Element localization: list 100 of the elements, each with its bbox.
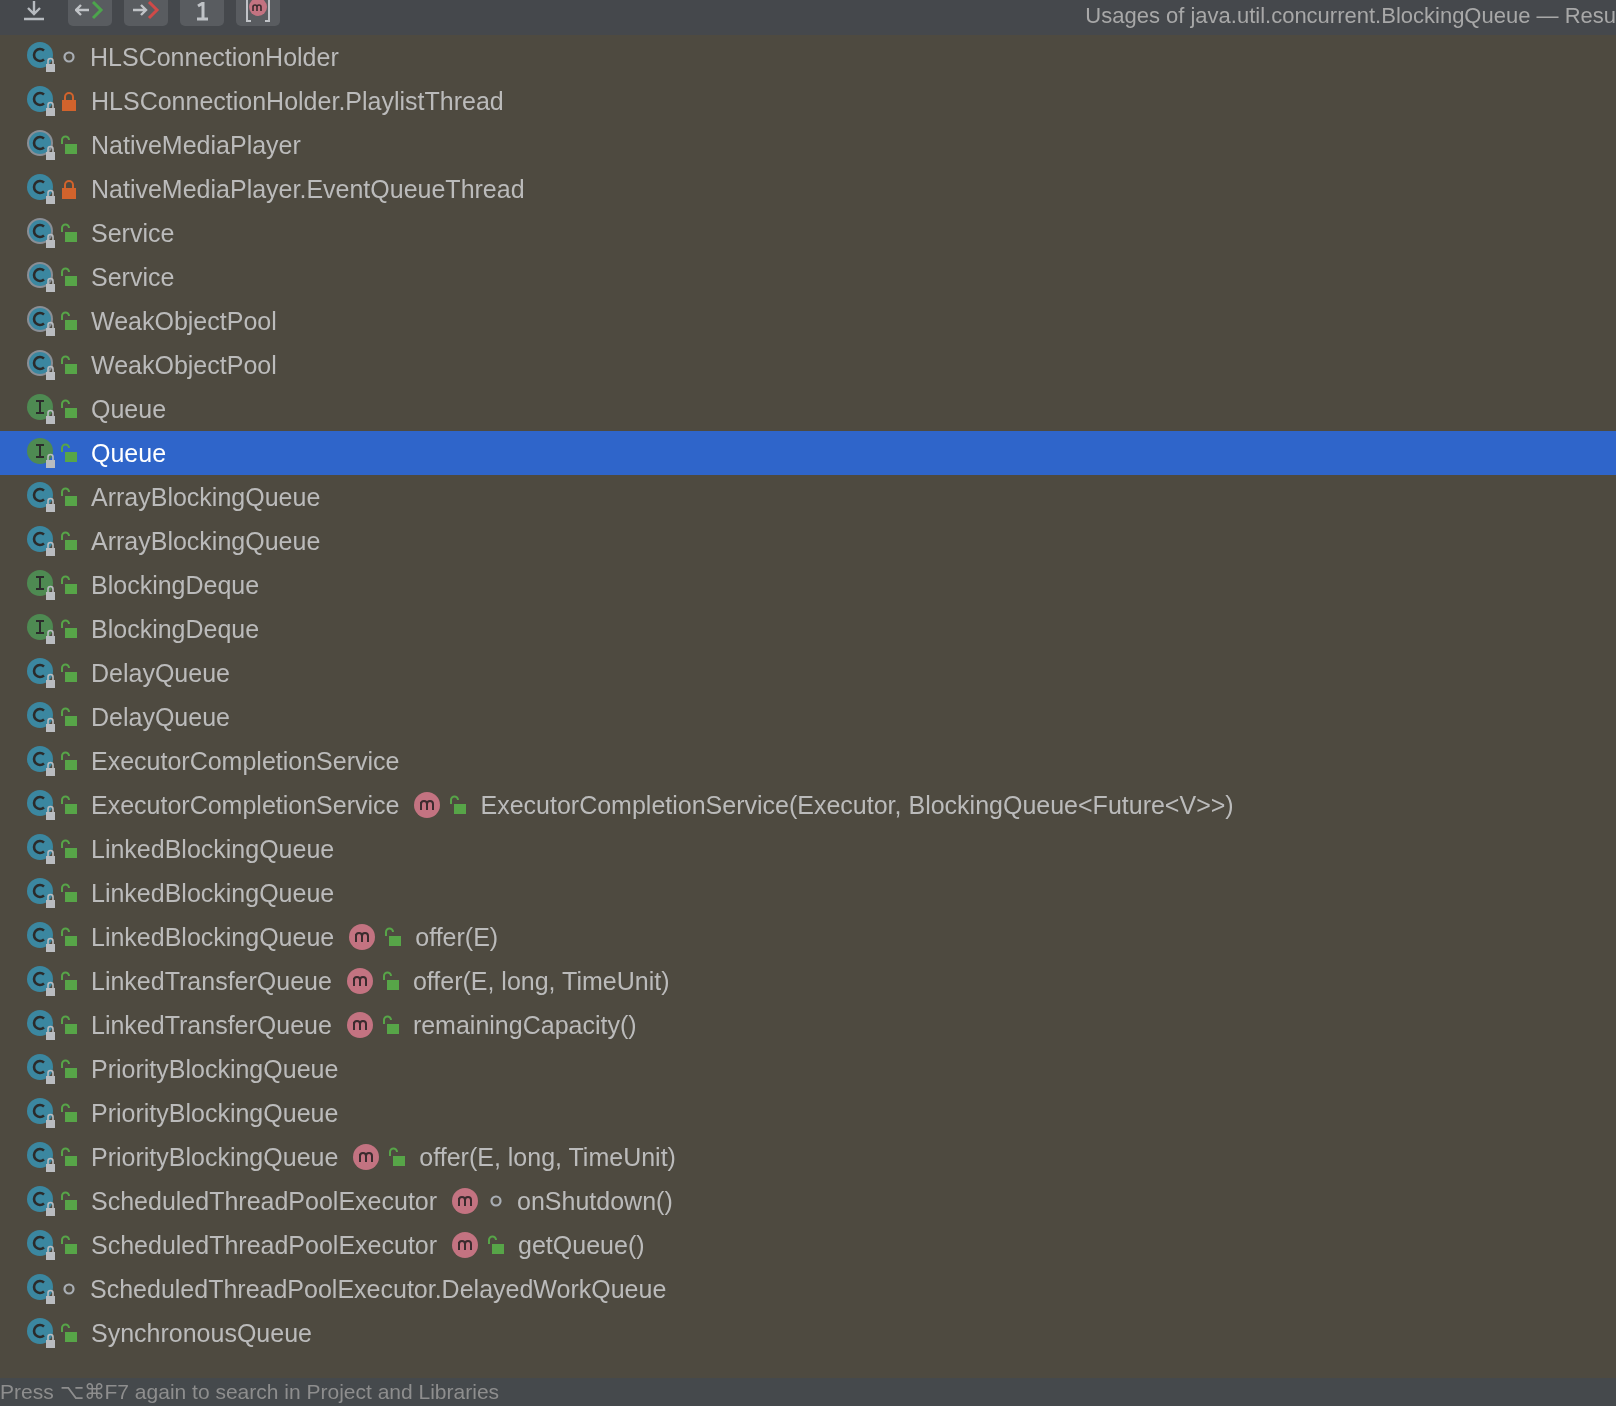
class-name: Service [91, 218, 175, 248]
circle-icon [62, 50, 76, 64]
class-name: ScheduledThreadPoolExecutor [91, 1230, 438, 1260]
result-row[interactable]: Queue [0, 431, 1616, 475]
class-name: HLSConnectionHolder [90, 42, 339, 72]
unlocked-lock-icon [60, 839, 78, 859]
class-name: ScheduledThreadPoolExecutor.DelayedWorkQueue [90, 1274, 667, 1304]
unlocked-lock-icon [60, 1103, 78, 1123]
method-name: offer(E, long, TimeUnit) [419, 1142, 676, 1172]
unlocked-lock-icon [60, 1323, 78, 1343]
method-icon [413, 791, 442, 819]
result-row[interactable]: PriorityBlockingQueue [0, 1047, 1616, 1091]
lock-icon [61, 179, 77, 199]
class-name: ArrayBlockingQueue [91, 482, 321, 512]
result-row[interactable]: HLSConnectionHolder [0, 35, 1616, 79]
class-name: NativeMediaPlayer.EventQueueThread [91, 174, 525, 204]
result-row[interactable]: Service [0, 255, 1616, 299]
line-icon [194, 2, 210, 22]
unlocked-lock-icon [60, 575, 78, 595]
result-row[interactable]: ArrayBlockingQueue [0, 475, 1616, 519]
result-row[interactable]: BlockingDeque [0, 607, 1616, 651]
unlocked-lock-icon [60, 135, 78, 155]
unlocked-lock-icon [449, 795, 468, 815]
toolbar-button[interactable] [124, 0, 168, 26]
result-row[interactable]: WeakObjectPool [0, 299, 1616, 343]
result-row[interactable]: ScheduledThreadPoolExecutor.DelayedWorkQueue [0, 1267, 1616, 1311]
unlocked-lock-icon [60, 1015, 78, 1035]
unlocked-lock-icon [60, 883, 78, 903]
class-name: SynchronousQueue [91, 1318, 312, 1348]
class-name: LinkedTransferQueue [91, 966, 332, 996]
toolbar-button[interactable] [236, 0, 280, 26]
class-name: PriorityBlockingQueue [91, 1142, 339, 1172]
class-name: ExecutorCompletionService [91, 790, 400, 820]
result-row[interactable]: SynchronousQueue [0, 1311, 1616, 1355]
method-name: onShutdown() [517, 1186, 673, 1216]
class-name: BlockingDeque [91, 570, 260, 600]
unlocked-lock-icon [487, 1235, 506, 1255]
result-row[interactable]: LinkedTransferQueue offer(E, long, TimeUnit) [0, 959, 1616, 1003]
class-name: Queue [91, 438, 167, 468]
unlocked-lock-icon [60, 751, 78, 771]
unlocked-lock-icon [60, 619, 78, 639]
class-name: PriorityBlockingQueue [91, 1098, 339, 1128]
result-row[interactable]: NativeMediaPlayer [0, 123, 1616, 167]
class-name: LinkedTransferQueue [91, 1010, 332, 1040]
class-name: DelayQueue [91, 702, 230, 732]
result-row[interactable]: LinkedBlockingQueue [0, 871, 1616, 915]
unlocked-lock-icon [60, 487, 78, 507]
class-name: NativeMediaPlayer [91, 130, 301, 160]
result-row[interactable]: NativeMediaPlayer.EventQueueThread [0, 167, 1616, 211]
result-row[interactable]: ScheduledThreadPoolExecutor getQueue() [0, 1223, 1616, 1267]
method-icon [348, 923, 377, 951]
class-name: LinkedBlockingQueue [91, 834, 335, 864]
unlocked-lock-icon [60, 267, 78, 287]
result-row[interactable]: Queue [0, 387, 1616, 431]
unlocked-lock-icon [381, 1015, 400, 1035]
result-row[interactable]: ExecutorCompletionService [0, 739, 1616, 783]
method-name: getQueue() [518, 1230, 645, 1260]
result-row[interactable]: DelayQueue [0, 695, 1616, 739]
class-name: Queue [91, 394, 167, 424]
method-name: offer(E) [415, 922, 499, 952]
method-name: offer(E, long, TimeUnit) [412, 966, 670, 996]
method-name: ExecutorCompletionService(Executor, BlockingQueue<Future<V>>) [480, 790, 1234, 820]
result-row[interactable]: HLSConnectionHolder.PlaylistThread [0, 79, 1616, 123]
result-row[interactable]: ExecutorCompletionService ExecutorCompletionService(Executor, BlockingQueue<Future<V>>) [0, 783, 1616, 827]
unlocked-lock-icon [384, 927, 403, 947]
toolbar-button[interactable] [68, 0, 112, 26]
class-name: ArrayBlockingQueue [91, 526, 321, 556]
unlocked-lock-icon [60, 531, 78, 551]
class-name: LinkedBlockingQueue [91, 922, 335, 952]
class-name: HLSConnectionHolder.PlaylistThread [91, 86, 504, 116]
result-row[interactable]: LinkedTransferQueue remainingCapacity() [0, 1003, 1616, 1047]
status-text: Press ⌥⌘F7 again to search in Project and Libraries [0, 1380, 500, 1404]
unlocked-lock-icon [381, 971, 400, 991]
result-row[interactable]: BlockingDeque [0, 563, 1616, 607]
result-row[interactable]: Service [0, 211, 1616, 255]
class-name: WeakObjectPool [91, 350, 277, 380]
toolbar-button[interactable] [180, 0, 224, 26]
method-icon [352, 1143, 381, 1171]
result-row[interactable]: ScheduledThreadPoolExecutor onShutdown() [0, 1179, 1616, 1223]
class-name: ExecutorCompletionService [91, 746, 400, 776]
unlocked-lock-icon [60, 223, 78, 243]
result-row[interactable]: LinkedBlockingQueue [0, 827, 1616, 871]
class-name: DelayQueue [91, 658, 230, 688]
result-row[interactable]: ArrayBlockingQueue [0, 519, 1616, 563]
lock-icon [61, 91, 77, 111]
result-row[interactable]: PriorityBlockingQueue offer(E, long, TimeUnit) [0, 1135, 1616, 1179]
result-row[interactable]: PriorityBlockingQueue [0, 1091, 1616, 1135]
class-name: PriorityBlockingQueue [91, 1054, 339, 1084]
result-row[interactable]: LinkedBlockingQueue offer(E) [0, 915, 1616, 959]
result-row[interactable]: WeakObjectPool [0, 343, 1616, 387]
unlocked-lock-icon [388, 1147, 407, 1167]
unlocked-lock-icon [60, 927, 78, 947]
method-icon [345, 967, 374, 995]
unlocked-lock-icon [60, 795, 78, 815]
unlocked-lock-icon [60, 1235, 78, 1255]
circle-icon [62, 1282, 76, 1296]
unlocked-lock-icon [60, 355, 78, 375]
result-row[interactable]: DelayQueue [0, 651, 1616, 695]
method-icon [451, 1187, 480, 1215]
class-name: WeakObjectPool [91, 306, 277, 336]
